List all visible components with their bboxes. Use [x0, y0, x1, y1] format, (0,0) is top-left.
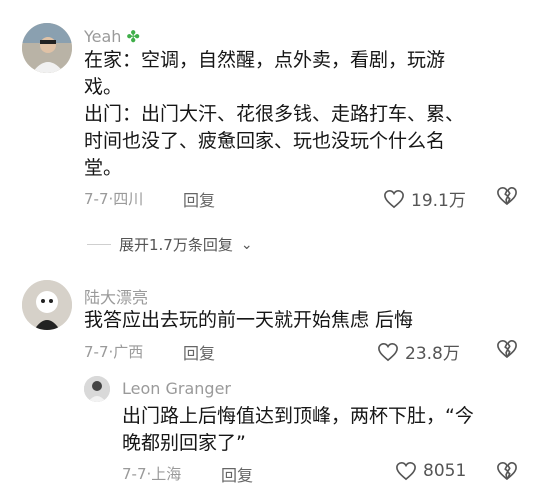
broken-heart-icon [497, 340, 517, 358]
like-count: 23.8万 [405, 344, 460, 364]
username[interactable]: Yeah ✤ [84, 27, 140, 46]
avatar[interactable] [22, 23, 72, 73]
dislike-button[interactable] [496, 186, 518, 210]
broken-heart-icon [497, 462, 517, 480]
chevron-down-icon: ⌄ [240, 236, 253, 253]
comment-meta: 7-7·四川 [84, 190, 144, 208]
reply-button[interactable]: 回复 [183, 187, 215, 211]
like-count: 19.1万 [411, 191, 466, 211]
dislike-button[interactable] [496, 339, 518, 363]
like-button[interactable]: 19.1万 [383, 186, 466, 211]
like-count: 8051 [423, 461, 467, 481]
clover-icon: ✤ [126, 27, 140, 46]
reply-button[interactable]: 回复 [221, 462, 253, 486]
comment-text[interactable]: 我答应出去玩的前一天就开始焦虑 后悔 [84, 307, 524, 334]
comment-text[interactable]: 出门路上后悔值达到顶峰，两杯下肚，“今 晚都别回家了” [122, 403, 522, 457]
heart-icon [378, 342, 398, 361]
reply-button[interactable]: 回复 [183, 340, 215, 364]
divider [87, 244, 111, 245]
expand-replies-label: 展开1.7万条回复 [119, 236, 233, 254]
username[interactable]: 陆大漂亮 [84, 284, 148, 308]
comment-meta: 7-7·上海 [122, 465, 182, 483]
avatar[interactable] [22, 280, 72, 330]
avatar[interactable] [84, 376, 110, 402]
heart-icon [396, 461, 416, 481]
broken-heart-icon [497, 187, 517, 205]
expand-replies[interactable]: 展开1.7万条回复 ⌄ [87, 234, 253, 255]
like-button[interactable]: 8051 [395, 461, 466, 481]
dislike-button[interactable] [496, 461, 518, 485]
comment-meta: 7-7·广西 [84, 343, 144, 361]
like-button[interactable]: 23.8万 [377, 339, 460, 364]
comment-text[interactable]: 在家：空调，自然醒，点外卖，看剧，玩游 戏。 出门：出门大汗、花很多钱、走路打车… [84, 47, 524, 182]
heart-icon [384, 189, 404, 208]
username[interactable]: Leon Granger [122, 379, 231, 398]
